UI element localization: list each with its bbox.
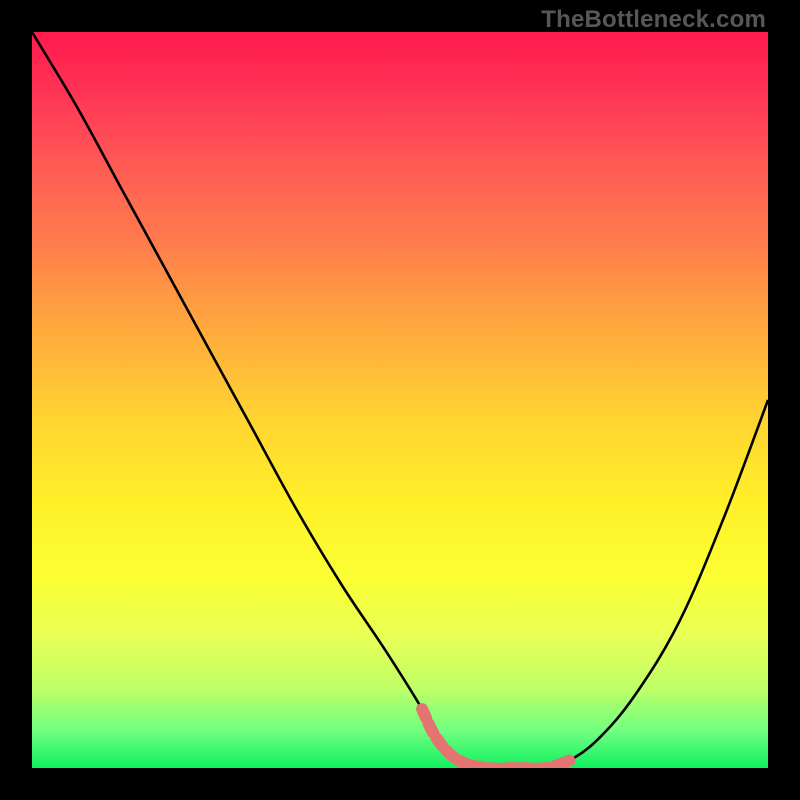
chart-frame: TheBottleneck.com [0,0,800,800]
bottleneck-curve-path [32,32,768,768]
watermark-text: TheBottleneck.com [541,6,766,34]
highlight-band-path [422,709,569,768]
plot-area [32,32,768,768]
chart-svg [32,32,768,768]
